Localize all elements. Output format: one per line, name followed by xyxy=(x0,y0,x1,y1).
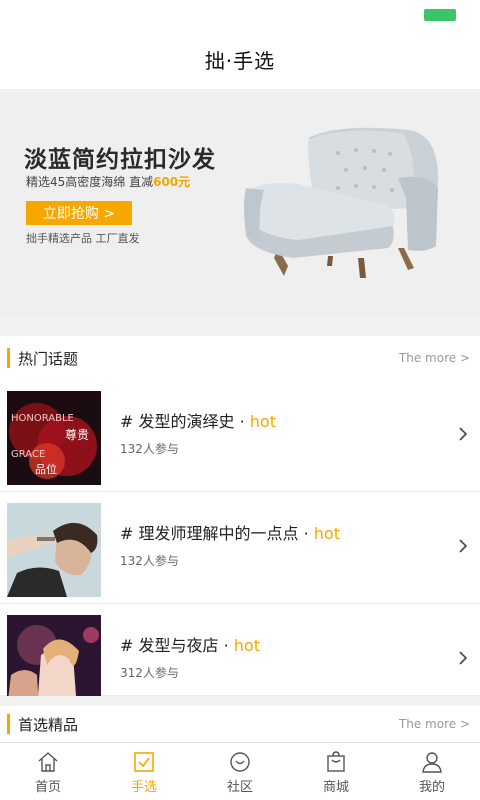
hot-topics-title: 热门话题 xyxy=(18,349,79,368)
banner-discount: 600元 xyxy=(153,175,191,189)
topic-thumbnail-art: HONORABLE 尊贵 GRACE 品位 xyxy=(7,391,101,485)
hot-topics-title-group: 热门话题 xyxy=(0,348,78,369)
topic-participant-count: 132人参与 xyxy=(120,554,179,568)
hot-topics-header: 热门话题 The more > xyxy=(0,336,480,380)
chevron-right-icon xyxy=(459,539,468,553)
shopping-bag-icon xyxy=(327,751,345,772)
featured-header: 首选精品 The more > xyxy=(0,706,480,742)
tab-community[interactable]: 社区 xyxy=(192,743,288,800)
section-accent-bar xyxy=(7,348,10,368)
topic-thumbnail-art xyxy=(7,503,101,597)
status-bar xyxy=(0,0,480,30)
topic-title-text: # 发型与夜店 · xyxy=(120,636,229,655)
person-icon xyxy=(422,752,442,773)
tab-label: 手选 xyxy=(130,780,157,795)
checkbox-icon xyxy=(134,752,154,772)
home-icon xyxy=(38,752,58,772)
tab-label: 首页 xyxy=(34,780,61,795)
banner-subtitle-text: 精选45高密度海绵 直减 xyxy=(26,175,154,189)
promo-banner[interactable]: 淡蓝简约拉扣沙发 精选45高密度海绵 直减600元 立即抢购 > 拙手精选产品 … xyxy=(0,90,480,316)
thumb-text-honorable: HONORABLE xyxy=(11,413,74,424)
featured-title-group: 首选精品 xyxy=(0,714,78,735)
battery-icon xyxy=(424,9,456,21)
tab-selected[interactable]: 手选 xyxy=(96,743,192,800)
chevron-right-icon xyxy=(459,651,468,665)
tab-label: 我的 xyxy=(418,780,445,795)
featured-more-link[interactable]: The more > xyxy=(399,717,470,731)
thumb-text-grace: GRACE xyxy=(11,449,45,460)
topic-row[interactable]: # 发型与夜店 · hot 312人参与 xyxy=(0,604,480,696)
topic-thumbnail xyxy=(7,503,101,597)
page-title: 拙·手选 xyxy=(204,49,276,73)
section-accent-bar xyxy=(7,714,10,734)
hot-tag: hot xyxy=(249,412,276,431)
community-icon xyxy=(230,752,250,772)
banner-subtitle: 精选45高密度海绵 直减600元 xyxy=(26,173,190,190)
tab-label: 社区 xyxy=(226,780,253,795)
tab-mall[interactable]: 商城 xyxy=(288,743,384,800)
topic-thumbnail: HONORABLE 尊贵 GRACE 品位 xyxy=(7,391,101,485)
featured-title: 首选精品 xyxy=(18,715,79,734)
hot-topics-more-link[interactable]: The more > xyxy=(399,351,470,365)
tab-mine[interactable]: 我的 xyxy=(384,743,480,800)
tab-home[interactable]: 首页 xyxy=(0,743,96,800)
chevron-right-icon xyxy=(459,427,468,441)
topic-thumbnail xyxy=(7,615,101,696)
banner-headline: 淡蓝简约拉扣沙发 xyxy=(24,147,216,173)
buy-now-button[interactable]: 立即抢购 > xyxy=(26,201,132,225)
thumb-text-pinwei: 品位 xyxy=(35,462,57,476)
topic-participant-count: 132人参与 xyxy=(120,442,179,456)
topic-row[interactable]: HONORABLE 尊贵 GRACE 品位 # 发型的演绎史 · hot 132… xyxy=(0,380,480,492)
topic-title: # 理发师理解中的一点点 · hot xyxy=(120,520,340,544)
topic-title-text: # 发型的演绎史 · xyxy=(120,412,245,431)
tab-label: 商城 xyxy=(322,780,349,795)
banner-note: 拙手精选产品 工厂直发 xyxy=(26,232,140,245)
thumb-text-zungui: 尊贵 xyxy=(65,427,89,442)
topic-title: # 发型的演绎史 · hot xyxy=(120,408,276,432)
topic-title-text: # 理发师理解中的一点点 · xyxy=(120,524,309,543)
topic-thumbnail-art xyxy=(7,615,101,696)
bottom-tab-bar: 首页 手选 社区 商城 我的 xyxy=(0,742,480,800)
topic-title: # 发型与夜店 · hot xyxy=(120,632,260,656)
hot-tag: hot xyxy=(233,636,260,655)
topic-participant-count: 312人参与 xyxy=(120,666,179,680)
sofa-image xyxy=(244,127,438,278)
hot-tag: hot xyxy=(313,524,340,543)
topic-row[interactable]: # 理发师理解中的一点点 · hot 132人参与 xyxy=(0,492,480,604)
title-bar: 拙·手选 xyxy=(0,30,480,90)
